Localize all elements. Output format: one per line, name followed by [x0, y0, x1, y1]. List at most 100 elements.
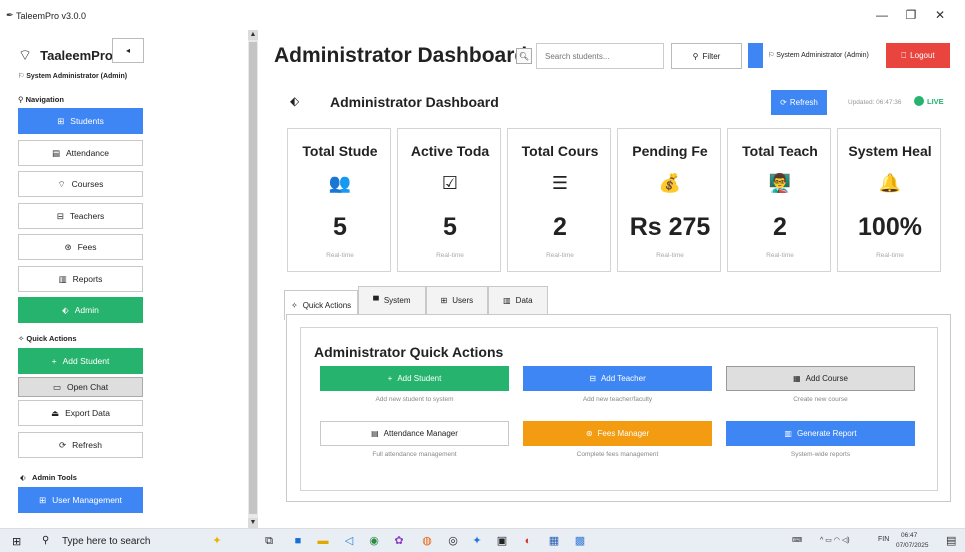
- system-tab-icon: ▀: [373, 296, 379, 305]
- add-student-label: Add Student: [62, 356, 110, 366]
- dashboard-title: Administrator Dashboard: [330, 94, 499, 110]
- user-management-icon: ⊞: [38, 494, 47, 505]
- search-input[interactable]: [536, 43, 664, 69]
- add-student-icon: +: [51, 356, 57, 366]
- firefox-icon[interactable]: ◍: [420, 534, 434, 548]
- stat-card-value: 2: [773, 213, 787, 241]
- stat-card-title: Active Toda: [410, 143, 490, 159]
- stat-card-subtitle: Real-time: [326, 252, 354, 259]
- total-cours-icon: ☰: [551, 173, 569, 193]
- courses-label: Courses: [71, 179, 104, 189]
- tab-bar: ✧ Quick Actions ▀ System ⊞ Users ▥ Data: [284, 286, 548, 320]
- export-data-icon: ⏏: [51, 407, 60, 418]
- maximize-button[interactable]: ❐: [901, 8, 921, 22]
- search-icon[interactable]: 🔍︎: [516, 48, 532, 64]
- scroll-up-arrow[interactable]: ▲: [248, 30, 258, 40]
- admin-tools-section-label: ⬖ Admin Tools: [20, 473, 77, 482]
- star-app-icon[interactable]: ✦: [470, 534, 484, 548]
- chrome-icon[interactable]: ◉: [367, 534, 381, 548]
- edge-icon[interactable]: ■: [291, 534, 305, 548]
- attendance-manager-icon: ▤: [371, 429, 379, 438]
- sidebar-item-courses[interactable]: ⌔ Courses: [18, 171, 143, 197]
- active-toda-icon: ☑: [441, 173, 459, 193]
- sidebar-item-admin[interactable]: ⬖ Admin: [18, 297, 143, 323]
- stat-card-value: 5: [443, 213, 457, 241]
- minimize-button[interactable]: —: [872, 8, 892, 22]
- clock-time[interactable]: 06:47: [901, 532, 917, 539]
- reports-label: Reports: [72, 274, 103, 284]
- github-icon[interactable]: ◎: [446, 534, 460, 548]
- sidebar-item-teachers[interactable]: ⊟ Teachers: [18, 203, 143, 229]
- add-course-button[interactable]: ▦ Add Course: [726, 366, 915, 391]
- attendance-label: Attendance: [66, 148, 110, 158]
- sidebar-scrollbar[interactable]: ▲ ▼: [248, 30, 258, 528]
- sidebar-admin-user-management[interactable]: ⊞ User Management: [18, 487, 143, 513]
- sidebar-item-reports[interactable]: ▥ Reports: [18, 266, 143, 292]
- stat-card-total-stude: Total Stude 👥 5 Real-time: [287, 128, 391, 272]
- vscode-icon[interactable]: ◁: [342, 534, 356, 548]
- sidebar-item-students[interactable]: ⊞ Students: [18, 108, 143, 134]
- shield-icon: ⬖: [20, 473, 26, 482]
- sidebar-user-label: ⚐ System Administrator (Admin): [18, 73, 128, 80]
- stat-card-value: 100%: [858, 213, 922, 241]
- scrollbar-thumb[interactable]: [249, 42, 257, 514]
- windows-start-icon[interactable]: ⊞: [12, 535, 21, 548]
- collapse-sidebar-button[interactable]: ◂: [112, 38, 144, 63]
- stat-card-total-cours: Total Cours ☰ 2 Real-time: [507, 128, 611, 272]
- photos-icon[interactable]: ▩: [573, 534, 587, 548]
- attendance-manager-button[interactable]: ▤ Attendance Manager: [320, 421, 509, 446]
- notification-icon[interactable]: ▤: [946, 534, 956, 547]
- word-icon[interactable]: ▦: [547, 534, 561, 548]
- stat-card-subtitle: Real-time: [656, 252, 684, 259]
- total-teach-icon: 👨‍🏫: [768, 173, 792, 193]
- refresh-label: Refresh: [72, 440, 102, 450]
- refresh-label: Refresh: [789, 98, 818, 107]
- page-title: Administrator Dashboard: [274, 44, 528, 67]
- app-icon[interactable]: ✿: [392, 534, 406, 548]
- tab-system[interactable]: ▀ System: [358, 286, 426, 314]
- keyboard-icon[interactable]: ⌨: [792, 536, 802, 544]
- sidebar-action-refresh[interactable]: ⟳ Refresh: [18, 432, 143, 458]
- file-explorer-icon[interactable]: ▬: [316, 534, 330, 548]
- stat-card-title: Pending Fe: [632, 143, 708, 159]
- sidebar-action-add-student[interactable]: + Add Student: [18, 348, 143, 374]
- open-chat-icon: ▭: [52, 381, 61, 392]
- action-caption: System-wide reports: [790, 451, 851, 458]
- add-student-button[interactable]: + Add Student: [320, 366, 509, 391]
- tray-icons[interactable]: ^ ▭ ◠ ◁): [820, 536, 850, 544]
- close-window-button[interactable]: ✕: [930, 8, 950, 22]
- sidebar-item-fees[interactable]: ⊛ Fees: [18, 234, 143, 260]
- stat-card-system-heal: System Heal 🔔 100% Real-time: [837, 128, 941, 272]
- browser-icon[interactable]: ◐: [521, 534, 535, 548]
- generate-report-button[interactable]: ▥ Generate Report: [726, 421, 915, 446]
- action-caption: Create new course: [793, 396, 848, 403]
- tab-data[interactable]: ▥ Data: [488, 286, 548, 314]
- students-icon: ⊞: [57, 115, 65, 126]
- filter-button[interactable]: ⚲ Filter: [671, 43, 742, 69]
- language-indicator[interactable]: FIN: [878, 536, 889, 543]
- sidebar-action-export-data[interactable]: ⏏ Export Data: [18, 400, 143, 426]
- color-indicator: [748, 43, 763, 68]
- scroll-down-arrow[interactable]: ▼: [248, 518, 258, 528]
- app-feather-icon: ✒: [6, 10, 14, 20]
- add-teacher-icon: ⊟: [589, 374, 596, 383]
- tab-users[interactable]: ⊞ Users: [425, 286, 489, 314]
- refresh-button[interactable]: ⟳ Refresh: [771, 90, 827, 115]
- logout-button[interactable]: ⎕ Logout: [886, 43, 950, 68]
- tab-label: Data: [515, 296, 533, 305]
- copilot-icon[interactable]: ✦: [210, 534, 224, 548]
- clock-date[interactable]: 07/07/2025: [896, 542, 929, 549]
- updated-timestamp: Updated: 06:47:36: [848, 99, 902, 106]
- taskbar-search[interactable]: Type here to search: [62, 536, 150, 547]
- sidebar-item-attendance[interactable]: ▤ Attendance: [18, 140, 143, 166]
- app-name: TaaleemPro: [40, 47, 113, 63]
- logout-label: Logout: [910, 51, 935, 60]
- fees-manager-button[interactable]: ⊛ Fees Manager: [523, 421, 712, 446]
- terminal-icon[interactable]: ▣: [495, 534, 509, 548]
- add-teacher-button[interactable]: ⊟ Add Teacher: [523, 366, 712, 391]
- action-caption: Add new student to system: [375, 396, 454, 403]
- task-view-icon[interactable]: ⧉: [262, 534, 276, 548]
- admin-tools-label: Admin Tools: [32, 473, 77, 482]
- sidebar-action-open-chat[interactable]: ▭ Open Chat: [18, 377, 143, 397]
- quick-actions-panel: Administrator Quick Actions + Add Student…: [286, 314, 951, 502]
